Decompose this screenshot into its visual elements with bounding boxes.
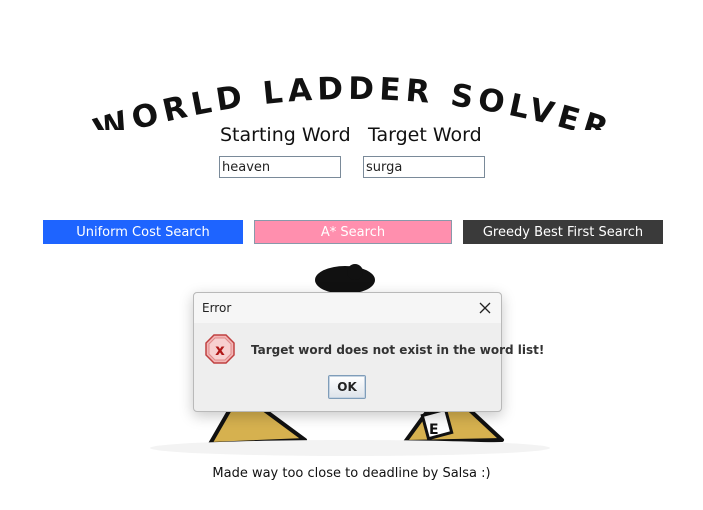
app-title: WORLD LADDER SOLVER (89, 71, 617, 130)
uniform-cost-search-button[interactable]: Uniform Cost Search (43, 220, 243, 244)
target-word-input[interactable] (363, 156, 485, 178)
greedy-best-first-search-label: Greedy Best First Search (482, 224, 644, 240)
error-dialog: Error x Target word does not exist in th… (193, 292, 544, 412)
svg-text:E: E (429, 422, 439, 438)
close-icon[interactable] (475, 298, 495, 318)
starting-word-input[interactable] (219, 156, 341, 178)
ok-button-label: OK (337, 380, 357, 394)
svg-text:x: x (215, 341, 225, 359)
dialog-title: Error (202, 301, 232, 315)
starting-word-label: Starting Word (220, 124, 351, 146)
dialog-titlebar[interactable]: Error (194, 293, 501, 323)
greedy-best-first-search-button[interactable]: Greedy Best First Search (463, 220, 663, 244)
error-message: Target word does not exist in the word l… (251, 343, 545, 357)
target-word-label: Target Word (368, 124, 482, 146)
uniform-cost-search-label: Uniform Cost Search (76, 224, 210, 240)
error-x-icon: x (205, 334, 235, 364)
a-star-search-label: A* Search (320, 224, 386, 240)
app-title-text: WORLD LADDER SOLVER (89, 71, 617, 130)
ok-button[interactable]: OK (328, 375, 366, 399)
footer-credit: Made way too close to deadline by Salsa … (212, 466, 491, 481)
a-star-search-button[interactable]: A* Search (254, 220, 452, 244)
